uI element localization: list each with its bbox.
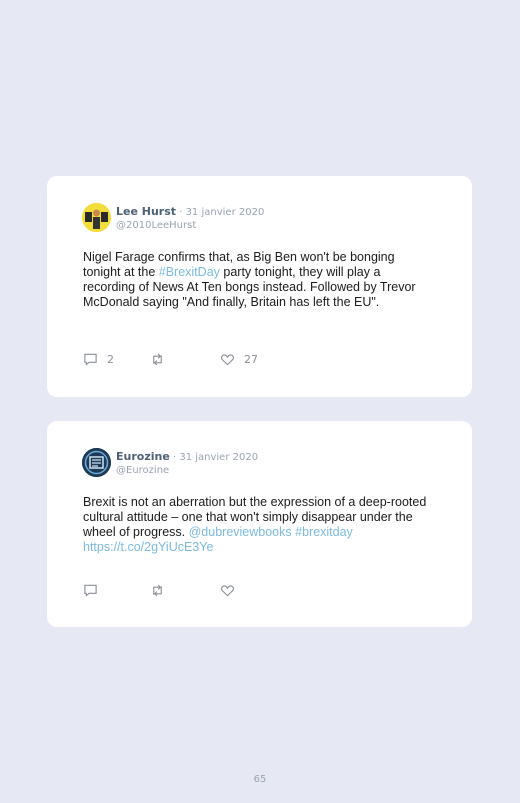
- retweet-button[interactable]: [150, 352, 174, 367]
- author-name[interactable]: Eurozine: [116, 450, 170, 463]
- tweet-card: Lee Hurst · 31 janvier 2020 @2010LeeHurs…: [47, 176, 472, 397]
- reply-icon: [84, 353, 97, 366]
- avatar-image: [82, 448, 111, 477]
- tweet-text: Nigel Farage confirms that, as Big Ben w…: [83, 250, 428, 310]
- avatar[interactable]: [82, 203, 111, 232]
- tweet-date: · 31 janvier 2020: [176, 207, 265, 218]
- author-handle[interactable]: @2010LeeHurst: [116, 219, 264, 232]
- like-button[interactable]: 27: [220, 352, 258, 367]
- avatar[interactable]: [82, 448, 111, 477]
- author-name[interactable]: Lee Hurst: [116, 205, 176, 218]
- retweet-icon: [153, 353, 162, 366]
- like-count: 27: [244, 353, 258, 366]
- reply-button[interactable]: 2: [83, 352, 114, 367]
- like-button[interactable]: [220, 583, 244, 598]
- tweet-date: · 31 janvier 2020: [169, 452, 259, 463]
- heart-icon: [221, 585, 234, 597]
- reply-icon: [84, 584, 97, 597]
- reply-button[interactable]: [83, 583, 107, 598]
- page-number: 65: [253, 774, 267, 785]
- reply-count: 2: [107, 353, 114, 366]
- retweet-icon: [153, 584, 162, 597]
- tweet-header: Lee Hurst · 31 janvier 2020 @2010LeeHurs…: [116, 203, 264, 232]
- avatar-image: [82, 203, 111, 232]
- mention-link[interactable]: @dubreviewbooks: [189, 525, 292, 539]
- hashtag-link[interactable]: #BrexitDay: [159, 265, 220, 279]
- author-handle[interactable]: @Eurozine: [116, 464, 258, 477]
- tweet-text: Brexit is not an aberration but the expr…: [83, 495, 428, 555]
- retweet-button[interactable]: [150, 583, 174, 598]
- heart-icon: [221, 354, 234, 366]
- tweet-card: Eurozine · 31 janvier 2020 @Eurozine Bre…: [47, 421, 472, 627]
- tweet-header: Eurozine · 31 janvier 2020 @Eurozine: [116, 448, 258, 477]
